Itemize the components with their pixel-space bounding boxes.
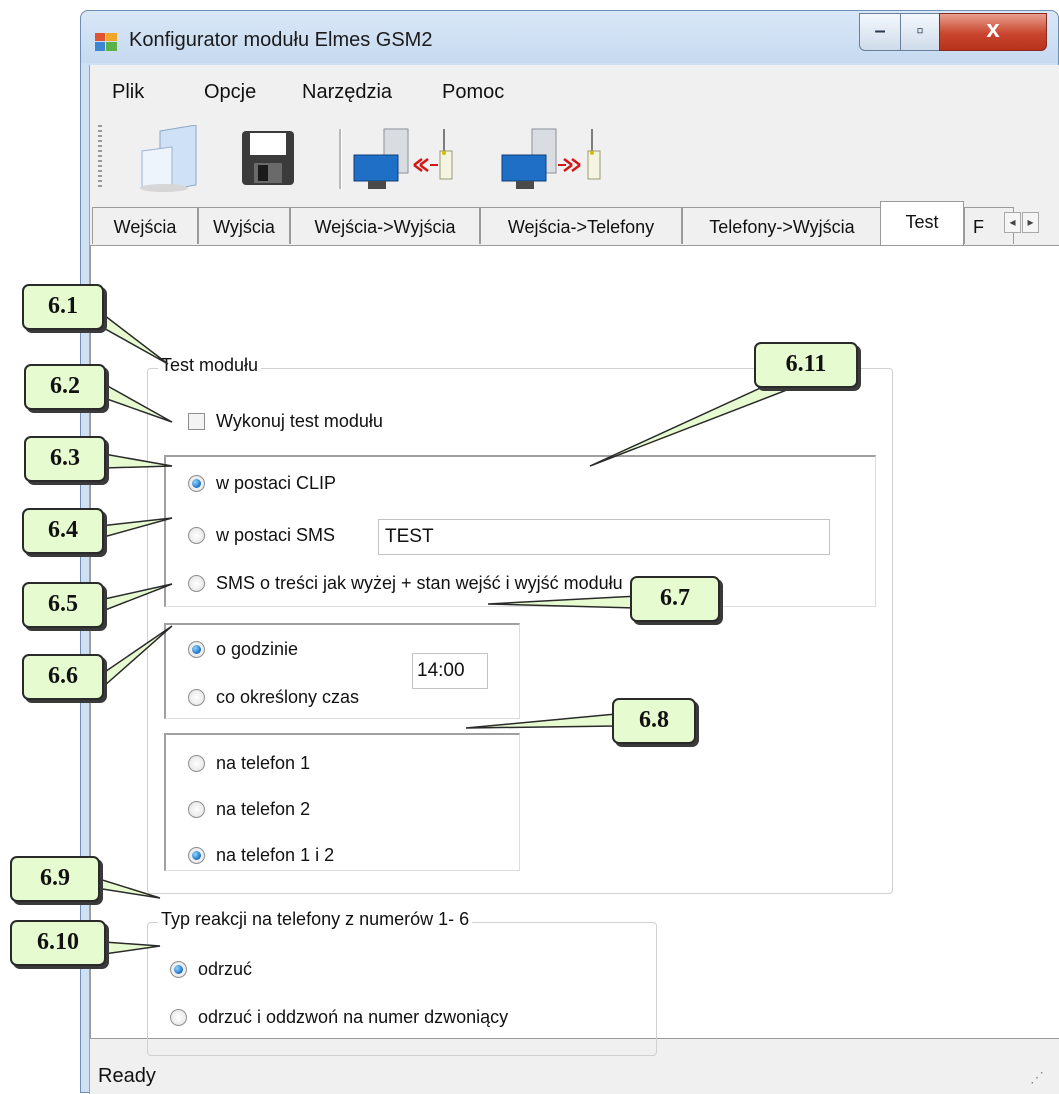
callout-6-5: 6.5 bbox=[22, 582, 104, 628]
callout-6-9: 6.9 bbox=[10, 856, 100, 902]
callout-6-6: 6.6 bbox=[22, 654, 104, 700]
callout-6-8: 6.8 bbox=[612, 698, 696, 744]
callout-6-1: 6.1 bbox=[22, 284, 104, 330]
callout-leader-lines bbox=[94, 310, 794, 955]
callout-6-7: 6.7 bbox=[630, 576, 720, 622]
callout-6-10: 6.10 bbox=[10, 920, 106, 966]
callout-6-11: 6.11 bbox=[754, 342, 858, 388]
callout-6-3: 6.3 bbox=[24, 436, 106, 482]
callout-6-4: 6.4 bbox=[22, 508, 104, 554]
callout-6-2: 6.2 bbox=[24, 364, 106, 410]
